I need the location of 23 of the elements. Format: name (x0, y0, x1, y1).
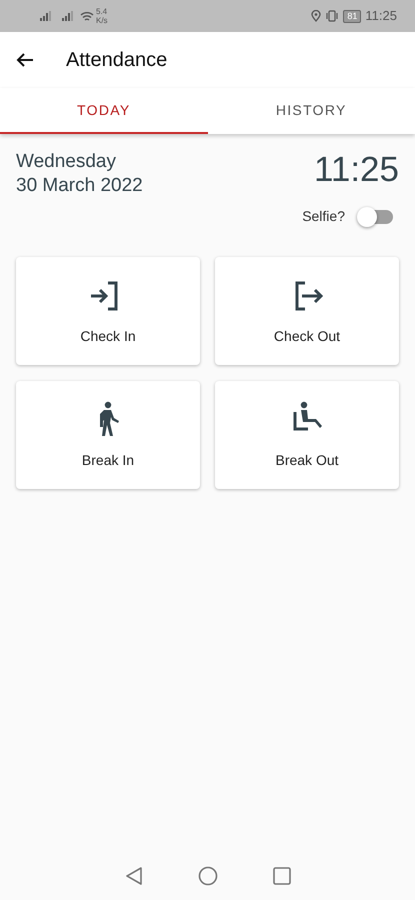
location-icon (311, 10, 322, 22)
back-nav-button[interactable] (124, 864, 142, 888)
battery-indicator: 81 (343, 10, 362, 22)
speed-unit: K/s (96, 16, 108, 25)
signal-icon (62, 11, 76, 21)
status-time: 11:25 (365, 7, 397, 26)
vibrate-icon (325, 10, 340, 22)
recents-nav-button[interactable] (272, 864, 290, 888)
tab[interactable]: HISTORY (208, 88, 415, 134)
action-card[interactable]: Check In (16, 257, 200, 365)
page-title: Attendance (66, 48, 168, 73)
action-card[interactable]: Check Out (215, 257, 399, 365)
tab[interactable]: TODAY (0, 88, 208, 134)
clock-time: 11:25 (314, 150, 399, 191)
selfie-label: Selfie? (302, 207, 345, 226)
home-nav-button[interactable] (198, 864, 218, 888)
signal-icon (40, 11, 54, 21)
speed-value: 5.4 (96, 7, 108, 16)
action-card[interactable]: Break In (16, 381, 200, 489)
date-text: 30 March 2022 (16, 174, 143, 198)
wifi-icon (80, 10, 94, 22)
action-card[interactable]: Break Out (215, 381, 399, 489)
weekday-text: Wednesday (16, 150, 117, 174)
